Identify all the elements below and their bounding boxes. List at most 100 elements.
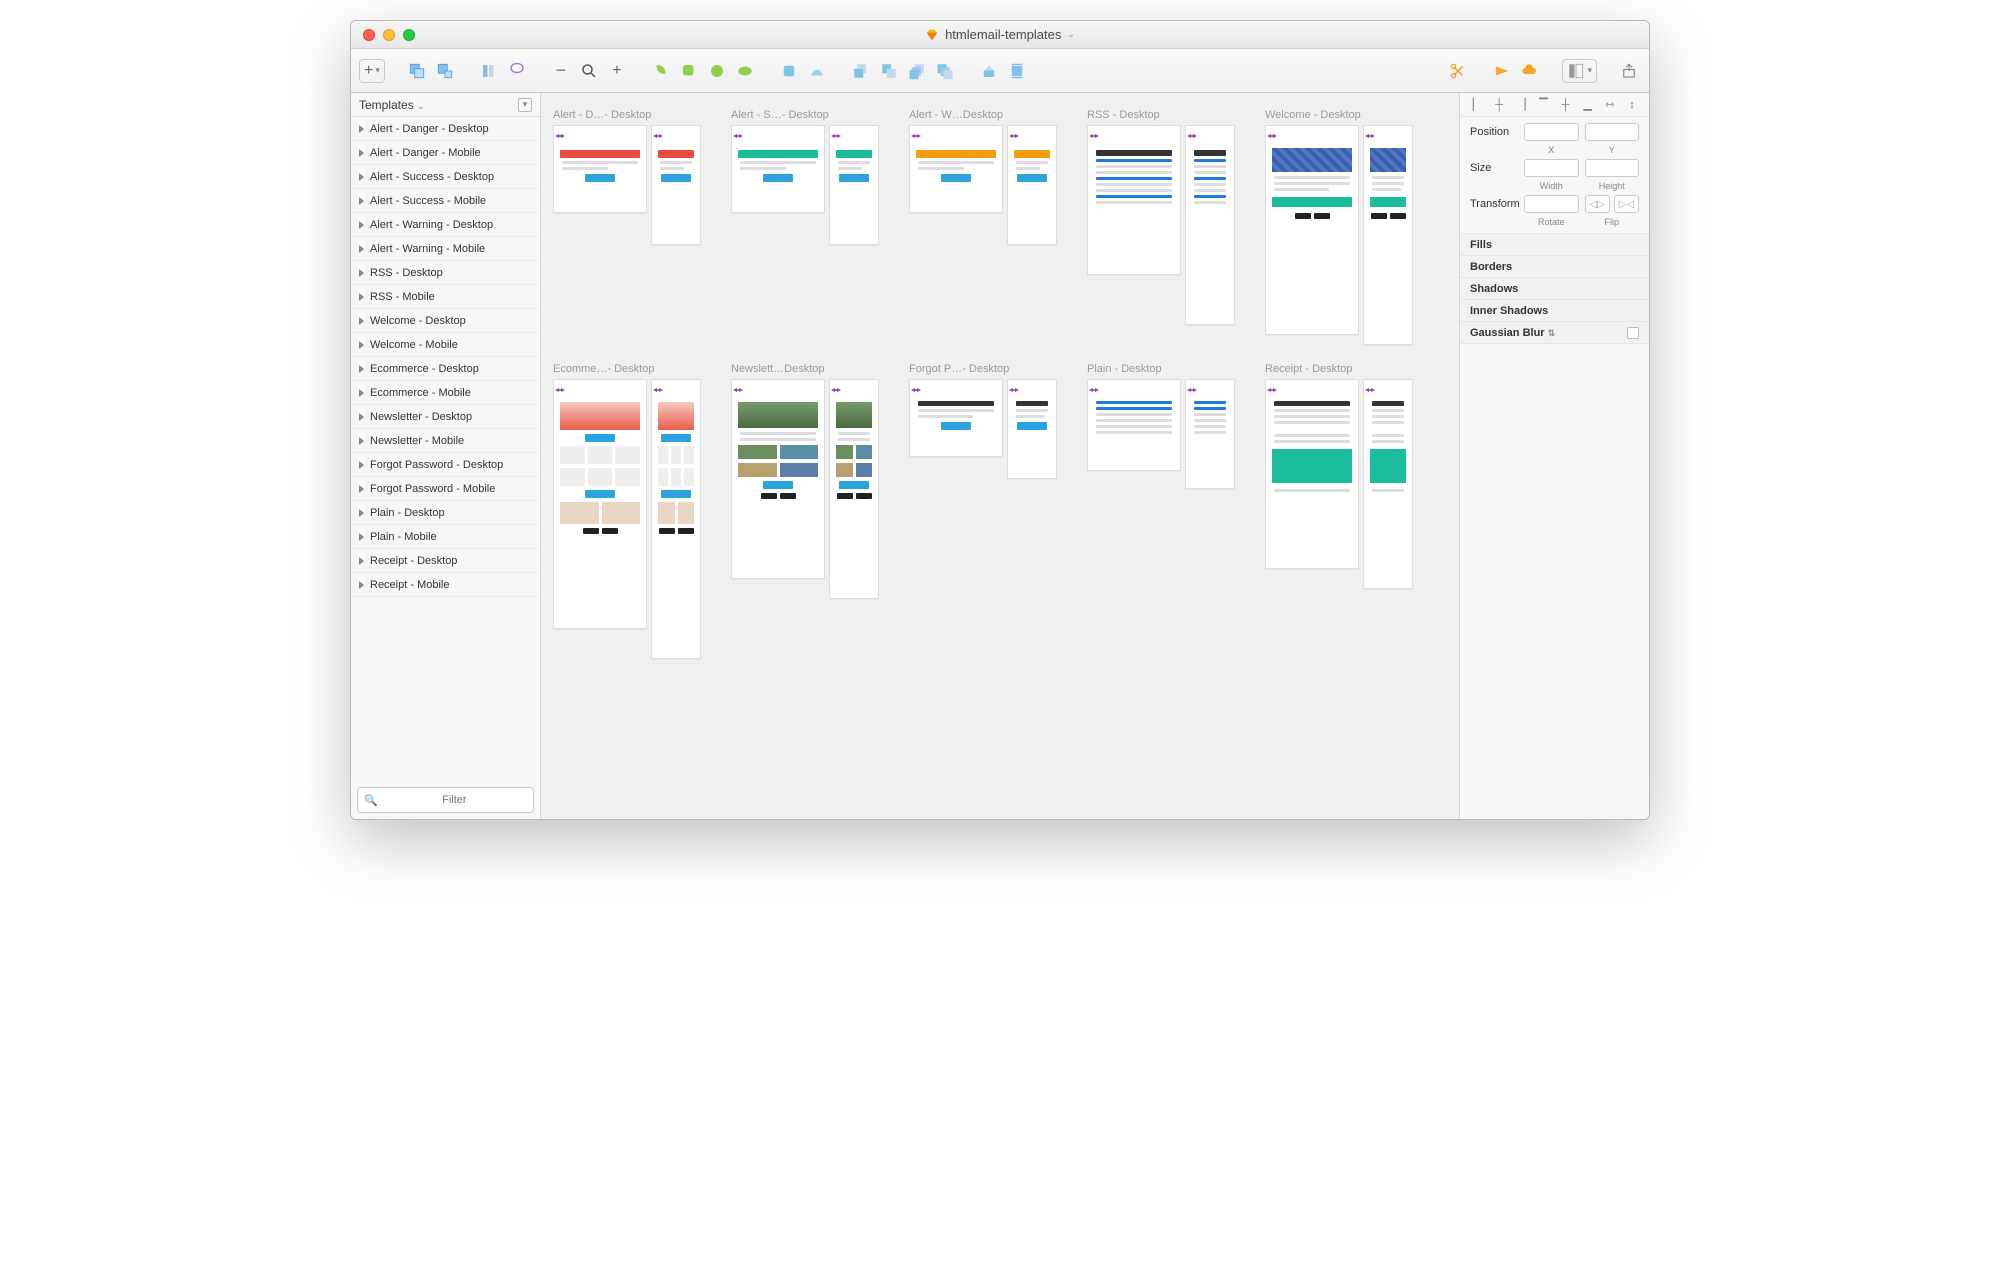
edit-button[interactable] xyxy=(777,59,801,83)
shadows-section[interactable]: Shadows xyxy=(1460,278,1649,300)
zoom-window-button[interactable] xyxy=(403,29,415,41)
back-button[interactable] xyxy=(933,59,957,83)
position-y-input[interactable] xyxy=(1585,123,1640,141)
create-symbol-button[interactable] xyxy=(505,59,529,83)
bool-intersect-button[interactable] xyxy=(705,59,729,83)
artboard-group: Forgot P…- Desktop xyxy=(909,363,1071,659)
artboard[interactable] xyxy=(1087,379,1181,471)
gaussian-blur-section[interactable]: Gaussian Blur ⇅ xyxy=(1460,322,1649,344)
rotate-input[interactable] xyxy=(1524,195,1579,213)
bool-difference-button[interactable] xyxy=(733,59,757,83)
zoom-in-button[interactable]: + xyxy=(605,59,629,83)
align-left-icon[interactable]: ▏ xyxy=(1470,98,1484,112)
artboard[interactable] xyxy=(553,125,647,213)
flip-vertical-button[interactable]: ▷◁ xyxy=(1614,195,1639,213)
scissors-button[interactable] xyxy=(1446,59,1470,83)
artboard[interactable] xyxy=(1265,125,1359,335)
artboard[interactable] xyxy=(1185,125,1235,325)
distribute-h-icon[interactable]: ⇿ xyxy=(1603,98,1617,112)
disclosure-triangle-icon xyxy=(359,533,364,541)
gaussian-blur-checkbox[interactable] xyxy=(1627,327,1639,339)
height-input[interactable] xyxy=(1585,159,1640,177)
align-vcenter-icon[interactable]: ┼ xyxy=(1559,98,1573,112)
artboard[interactable] xyxy=(731,125,825,213)
symbols-button[interactable] xyxy=(477,59,501,83)
flip-horizontal-button[interactable]: ◁▷ xyxy=(1585,195,1610,213)
align-top-icon[interactable]: ▔ xyxy=(1536,98,1550,112)
artboard[interactable] xyxy=(1363,125,1413,345)
layer-row[interactable]: Alert - Success - Mobile xyxy=(351,189,540,213)
zoom-out-button[interactable]: − xyxy=(549,59,573,83)
fills-section[interactable]: Fills xyxy=(1460,234,1649,256)
pages-add-icon[interactable]: ▾ xyxy=(518,98,532,112)
borders-section[interactable]: Borders xyxy=(1460,256,1649,278)
zoom-tool-button[interactable] xyxy=(577,59,601,83)
artboard[interactable] xyxy=(1087,125,1181,275)
cloud-button[interactable] xyxy=(1518,59,1542,83)
layer-row[interactable]: Forgot Password - Mobile xyxy=(351,477,540,501)
filter-input[interactable] xyxy=(382,794,527,806)
artboard[interactable] xyxy=(909,379,1003,457)
artboard[interactable] xyxy=(829,379,879,599)
artboard[interactable] xyxy=(651,125,701,245)
disclosure-triangle-icon xyxy=(359,581,364,589)
pages-header[interactable]: Templates ⌄ ▾ xyxy=(351,93,540,117)
layer-row[interactable]: RSS - Desktop xyxy=(351,261,540,285)
title-dropdown-icon[interactable]: ⌄ xyxy=(1067,29,1075,40)
artboard[interactable] xyxy=(553,379,647,629)
inner-shadows-section[interactable]: Inner Shadows xyxy=(1460,300,1649,322)
disclosure-triangle-icon xyxy=(359,269,364,277)
distribute-v-icon[interactable]: ↕ xyxy=(1625,98,1639,112)
close-window-button[interactable] xyxy=(363,29,375,41)
transform-button[interactable] xyxy=(805,59,829,83)
filter-field[interactable]: 🔍 xyxy=(357,787,534,813)
scale-button[interactable] xyxy=(1005,59,1029,83)
layer-row[interactable]: Alert - Danger - Mobile xyxy=(351,141,540,165)
artboard[interactable] xyxy=(731,379,825,579)
artboard[interactable] xyxy=(1007,125,1057,245)
layer-row[interactable]: Alert - Warning - Mobile xyxy=(351,237,540,261)
align-hcenter-icon[interactable]: ┼ xyxy=(1492,98,1506,112)
artboard[interactable] xyxy=(1363,379,1413,589)
backward-button[interactable] xyxy=(877,59,901,83)
sketch-file-icon xyxy=(925,28,939,42)
artboard[interactable] xyxy=(651,379,701,659)
layer-row[interactable]: Forgot Password - Desktop xyxy=(351,453,540,477)
layer-row[interactable]: Ecommerce - Mobile xyxy=(351,381,540,405)
layer-row[interactable]: Plain - Desktop xyxy=(351,501,540,525)
minimize-window-button[interactable] xyxy=(383,29,395,41)
artboard[interactable] xyxy=(909,125,1003,213)
ungroup-button[interactable] xyxy=(433,59,457,83)
layer-row[interactable]: Newsletter - Mobile xyxy=(351,429,540,453)
layer-row[interactable]: Welcome - Mobile xyxy=(351,333,540,357)
view-button[interactable]: ▾ xyxy=(1562,59,1597,83)
layer-row[interactable]: Ecommerce - Desktop xyxy=(351,357,540,381)
artboard[interactable] xyxy=(1265,379,1359,569)
group-button[interactable] xyxy=(405,59,429,83)
align-bottom-icon[interactable]: ▁ xyxy=(1581,98,1595,112)
layer-row[interactable]: Receipt - Desktop xyxy=(351,549,540,573)
canvas[interactable]: Alert - D…- DesktopAlert - S…- DesktopAl… xyxy=(541,93,1459,819)
width-input[interactable] xyxy=(1524,159,1579,177)
layer-row[interactable]: Alert - Success - Desktop xyxy=(351,165,540,189)
export-button[interactable] xyxy=(1617,59,1641,83)
position-x-input[interactable] xyxy=(1524,123,1579,141)
mirror-button[interactable] xyxy=(1490,59,1514,83)
forward-button[interactable] xyxy=(849,59,873,83)
layer-row[interactable]: RSS - Mobile xyxy=(351,285,540,309)
artboard[interactable] xyxy=(1185,379,1235,489)
front-button[interactable] xyxy=(905,59,929,83)
artboard[interactable] xyxy=(1007,379,1057,479)
layer-row[interactable]: Alert - Danger - Desktop xyxy=(351,117,540,141)
layer-row[interactable]: Alert - Warning - Desktop xyxy=(351,213,540,237)
layer-row[interactable]: Receipt - Mobile xyxy=(351,573,540,597)
bool-subtract-button[interactable] xyxy=(677,59,701,83)
align-right-icon[interactable]: ▕ xyxy=(1514,98,1528,112)
artboard[interactable] xyxy=(829,125,879,245)
layer-row[interactable]: Welcome - Desktop xyxy=(351,309,540,333)
layer-row[interactable]: Plain - Mobile xyxy=(351,525,540,549)
bool-union-button[interactable] xyxy=(649,59,673,83)
layer-row[interactable]: Newsletter - Desktop xyxy=(351,405,540,429)
insert-button[interactable]: +▾ xyxy=(359,59,385,83)
mask-button[interactable] xyxy=(977,59,1001,83)
